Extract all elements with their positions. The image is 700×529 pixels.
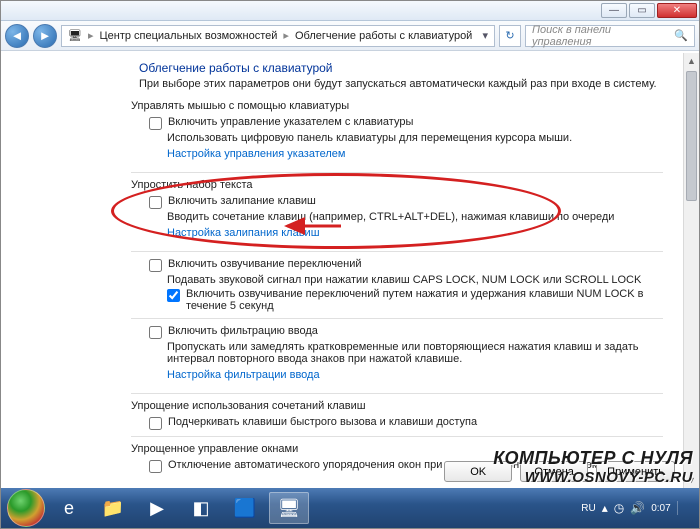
breadcrumb-dropdown[interactable]: ▾: [482, 29, 488, 42]
taskbar-active-window[interactable]: 🖥: [269, 492, 309, 524]
system-tray: RU ▴ ◷ 🔊 0:07: [581, 501, 693, 515]
filter-keys-note: Пропускать или замедлять кратковременные…: [167, 341, 663, 365]
divider: [131, 436, 663, 437]
tray-volume-icon[interactable]: 🔊: [630, 501, 645, 515]
pointer-keys-label: Включить управление указателем с клавиат…: [168, 116, 413, 128]
breadcrumb[interactable]: 🖥 ▸ Центр специальных возможностей ▸ Обл…: [61, 25, 495, 47]
search-placeholder: Поиск в панели управления: [532, 24, 670, 48]
filter-keys-checkbox[interactable]: [149, 326, 162, 339]
scrollbar-thumb[interactable]: [686, 71, 697, 201]
forward-button[interactable]: ►: [33, 24, 57, 48]
breadcrumb-item[interactable]: Облегчение работы с клавиатурой: [295, 30, 472, 42]
pointer-settings-link[interactable]: Настройка управления указателем: [167, 148, 346, 160]
divider: [131, 172, 663, 173]
section-shortcuts-head: Упрощение использования сочетаний клавиш: [131, 400, 663, 412]
sticky-keys-checkbox[interactable]: [149, 196, 162, 209]
toggle-keys-numlock-label: Включить озвучивание переключений путем …: [186, 288, 663, 312]
breadcrumb-item[interactable]: Центр специальных возможностей: [100, 30, 278, 42]
sticky-keys-note: Вводить сочетание клавиш (например, CTRL…: [167, 211, 663, 223]
taskbar: e 📁 ▶ ◧ 🟦 🖥 RU ▴ ◷ 🔊 0:07: [1, 488, 699, 528]
sticky-keys-label: Включить залипание клавиш: [168, 195, 316, 207]
underline-shortcuts-checkbox[interactable]: [149, 417, 162, 430]
toggle-keys-label: Включить озвучивание переключений: [168, 258, 362, 270]
sticky-keys-link[interactable]: Настройка залипания клавиш: [167, 227, 320, 239]
pointer-keys-note: Использовать цифровую панель клавиатуры …: [167, 132, 663, 144]
taskbar-media-icon[interactable]: ▶: [137, 492, 177, 524]
taskbar-app-icon[interactable]: ◧: [181, 492, 221, 524]
tray-network-icon[interactable]: ◷: [614, 501, 624, 515]
titlebar: — ▭ ✕: [1, 1, 699, 21]
control-panel-icon: 🖥: [68, 29, 82, 42]
tray-flag-icon[interactable]: ▴: [602, 501, 608, 515]
start-button[interactable]: [7, 489, 45, 527]
search-input[interactable]: Поиск в панели управления 🔍: [525, 25, 695, 47]
filter-keys-link[interactable]: Настройка фильтрации ввода: [167, 369, 320, 381]
filter-keys-label: Включить фильтрацию ввода: [168, 325, 318, 337]
clock[interactable]: 0:07: [651, 503, 670, 514]
show-desktop-button[interactable]: [677, 501, 687, 515]
maximize-button[interactable]: ▭: [629, 3, 655, 18]
underline-shortcuts-label: Подчеркивать клавиши быстрого вызова и к…: [168, 416, 477, 428]
toggle-keys-numlock-checkbox[interactable]: [167, 289, 180, 302]
search-icon: 🔍: [674, 29, 688, 42]
watermark: КОМПЬЮТЕР С НУЛЯ WWW.OSNOVY-PC.RU: [493, 448, 693, 486]
taskbar-app-icon[interactable]: 🟦: [225, 492, 265, 524]
toggle-keys-note: Подавать звуковой сигнал при нажатии кла…: [167, 274, 663, 286]
divider: [131, 318, 663, 319]
page-title: Облегчение работы с клавиатурой: [139, 61, 663, 75]
content-pane: Облегчение работы с клавиатурой При выбо…: [1, 53, 683, 488]
divider: [131, 393, 663, 394]
refresh-button[interactable]: ↻: [499, 25, 521, 47]
page-description: При выборе этих параметров они будут зап…: [139, 78, 663, 90]
divider: [131, 251, 663, 252]
taskbar-ie-icon[interactable]: e: [49, 492, 89, 524]
navbar: ◄ ► 🖥 ▸ Центр специальных возможностей ▸…: [1, 21, 699, 51]
scroll-up-icon[interactable]: ▲: [684, 53, 699, 69]
section-mouse-head: Управлять мышью с помощью клавиатуры: [131, 100, 663, 112]
language-indicator[interactable]: RU: [581, 503, 595, 514]
close-button[interactable]: ✕: [657, 3, 697, 18]
pointer-keys-checkbox[interactable]: [149, 117, 162, 130]
vertical-scrollbar[interactable]: ▲ ▼: [683, 53, 699, 488]
back-button[interactable]: ◄: [5, 24, 29, 48]
taskbar-explorer-icon[interactable]: 📁: [93, 492, 133, 524]
disable-snap-checkbox[interactable]: [149, 460, 162, 473]
minimize-button[interactable]: —: [601, 3, 627, 18]
toggle-keys-checkbox[interactable]: [149, 259, 162, 272]
section-typing-head: Упростить набор текста: [131, 179, 663, 191]
window: — ▭ ✕ ◄ ► 🖥 ▸ Центр специальных возможно…: [0, 0, 700, 529]
